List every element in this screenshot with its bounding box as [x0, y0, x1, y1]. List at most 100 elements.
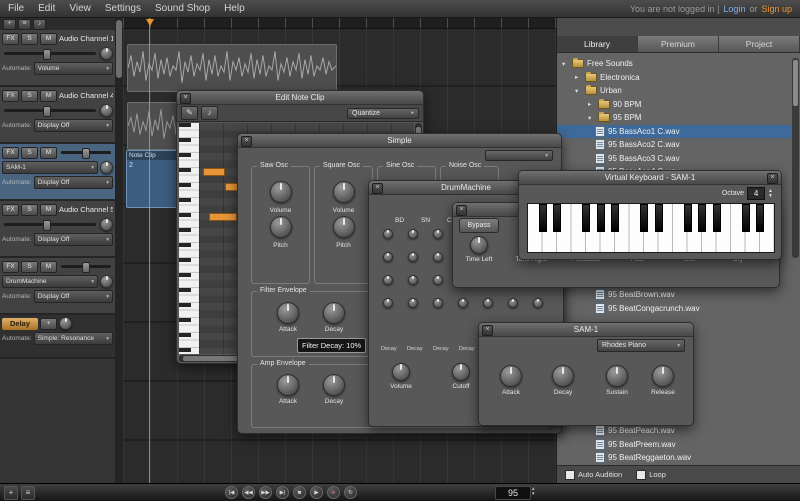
- preset-dropdown[interactable]: ▾: [485, 150, 553, 161]
- drum-knob[interactable]: [508, 298, 518, 308]
- library-scrollbar[interactable]: [792, 58, 799, 258]
- fx-button[interactable]: FX: [2, 204, 19, 216]
- sam1-attack-knob[interactable]: [500, 365, 522, 387]
- black-key[interactable]: [713, 204, 721, 232]
- note-tool-icon[interactable]: ♪: [201, 106, 218, 120]
- midi-note[interactable]: [209, 213, 237, 221]
- slider-handle[interactable]: [43, 220, 51, 231]
- tree-folder-electronica[interactable]: ▸ Electronica: [557, 71, 800, 85]
- tree-file[interactable]: 95 BassAco2 C.wav: [557, 138, 800, 152]
- auto-audition-checkbox[interactable]: Auto Audition: [565, 470, 622, 480]
- sam1-release-knob[interactable]: [652, 365, 674, 387]
- automate-dropdown[interactable]: Display Off▾: [34, 290, 113, 303]
- octave-stepper[interactable]: ▲▼: [768, 189, 773, 199]
- automate-dropdown[interactable]: Display Off▾: [34, 119, 113, 132]
- drum-cutoff-knob[interactable]: [452, 363, 470, 381]
- channel-menu-icon[interactable]: ≡: [18, 19, 31, 30]
- black-key[interactable]: [756, 204, 764, 232]
- drum-volume-knob[interactable]: [392, 363, 410, 381]
- pan-knob[interactable]: [100, 218, 113, 231]
- window-titlebar[interactable]: × SAM-1: [479, 323, 693, 337]
- tab-project[interactable]: Project: [719, 36, 800, 52]
- mute-button[interactable]: M: [40, 261, 57, 273]
- drum-knob[interactable]: [408, 275, 418, 285]
- pan-knob[interactable]: [100, 104, 113, 117]
- black-key[interactable]: [698, 204, 706, 232]
- tree-folder-90bpm[interactable]: ▸ 90 BPM: [557, 98, 800, 112]
- fx-button[interactable]: FX: [2, 90, 19, 102]
- fx-button[interactable]: FX: [2, 33, 19, 45]
- tree-file[interactable]: 95 BeatCongacrunch.wav: [557, 302, 793, 316]
- bpm-stepper[interactable]: ▲▼: [531, 486, 535, 496]
- tree-file[interactable]: 95 BeatPeach.wav: [557, 424, 793, 438]
- drum-knob[interactable]: [408, 298, 418, 308]
- tree-file[interactable]: 95 BeatReggaeton.wav: [557, 451, 793, 465]
- bpm-display[interactable]: 95: [495, 486, 531, 500]
- note-clip[interactable]: Note Clip 2: [126, 150, 183, 208]
- pan-knob[interactable]: [100, 275, 113, 288]
- playhead-marker-icon[interactable]: [146, 19, 154, 26]
- tree-folder-95bpm[interactable]: ▾ 95 BPM: [557, 111, 800, 125]
- automate-dropdown[interactable]: Display Off▾: [34, 233, 113, 246]
- amp-attack-knob[interactable]: [277, 374, 299, 396]
- black-key[interactable]: [640, 204, 648, 232]
- piano-roll-keys[interactable]: [179, 123, 199, 354]
- drum-knob[interactable]: [433, 252, 443, 262]
- quantize-dropdown[interactable]: Quantize▸: [347, 108, 419, 119]
- mute-button[interactable]: M: [40, 90, 57, 102]
- menu-help[interactable]: Help: [224, 3, 245, 14]
- close-icon[interactable]: ×: [241, 136, 252, 147]
- fast-forward-button[interactable]: ▶▶: [259, 486, 272, 499]
- volume-slider[interactable]: [61, 265, 111, 268]
- pan-knob[interactable]: [100, 161, 113, 174]
- drum-knob[interactable]: [433, 229, 443, 239]
- virtual-piano-keys[interactable]: [527, 203, 775, 253]
- rewind-button[interactable]: ◀◀: [242, 486, 255, 499]
- drum-knob[interactable]: [533, 298, 543, 308]
- add-channel-button[interactable]: +: [3, 19, 16, 30]
- close-icon[interactable]: ×: [180, 93, 191, 104]
- square-pitch-knob[interactable]: [333, 216, 355, 238]
- sam1-sustain-knob[interactable]: [606, 365, 628, 387]
- scrollbar-handle[interactable]: [116, 20, 122, 78]
- window-titlebar[interactable]: × Edit Note Clip: [177, 91, 423, 105]
- chevron-down-icon[interactable]: ▼: [768, 194, 773, 199]
- login-link[interactable]: Login: [723, 4, 745, 14]
- black-key[interactable]: [684, 204, 692, 232]
- close-icon[interactable]: ×: [767, 173, 778, 184]
- pencil-tool-icon[interactable]: ✎: [181, 106, 198, 120]
- square-volume-knob[interactable]: [333, 181, 355, 203]
- black-key[interactable]: [553, 204, 561, 232]
- tab-library[interactable]: Library: [557, 36, 638, 52]
- tree-folder-free-sounds[interactable]: ▾ Free Sounds: [557, 57, 800, 71]
- slider-handle[interactable]: [82, 262, 90, 273]
- drum-knob[interactable]: [433, 275, 443, 285]
- solo-button[interactable]: S: [21, 147, 38, 159]
- loop-button[interactable]: ↻: [344, 486, 357, 499]
- menu-view[interactable]: View: [69, 3, 91, 14]
- pan-knob[interactable]: [100, 47, 113, 60]
- delay-time-left-knob[interactable]: [470, 236, 488, 254]
- loop-checkbox[interactable]: Loop: [636, 470, 666, 480]
- mute-button[interactable]: M: [40, 147, 57, 159]
- signup-link[interactable]: Sign up: [761, 4, 792, 14]
- add-effect-button[interactable]: +: [40, 318, 57, 330]
- tree-file[interactable]: 95 BeatPreem.wav: [557, 438, 793, 452]
- preset-dropdown[interactable]: Rhodes Piano▾: [597, 339, 685, 352]
- automate-dropdown[interactable]: Volume▾: [34, 62, 113, 75]
- drum-knob[interactable]: [483, 298, 493, 308]
- close-icon[interactable]: ×: [482, 325, 493, 336]
- slider-handle[interactable]: [82, 148, 90, 159]
- tab-premium[interactable]: Premium: [638, 36, 719, 52]
- automate-dropdown[interactable]: Simple: Resonance▾: [34, 332, 113, 345]
- black-key[interactable]: [742, 204, 750, 232]
- menu-edit[interactable]: Edit: [38, 3, 55, 14]
- tree-file[interactable]: 95 BassAco3 C.wav: [557, 152, 800, 166]
- stop-button[interactable]: ■: [293, 486, 306, 499]
- delay-effect-chip[interactable]: Delay: [2, 318, 38, 330]
- solo-button[interactable]: S: [21, 261, 38, 273]
- drum-knob[interactable]: [433, 298, 443, 308]
- drum-knob[interactable]: [383, 252, 393, 262]
- tree-file[interactable]: 95 BeatBrown.wav: [557, 288, 793, 302]
- add-button[interactable]: +: [4, 486, 18, 500]
